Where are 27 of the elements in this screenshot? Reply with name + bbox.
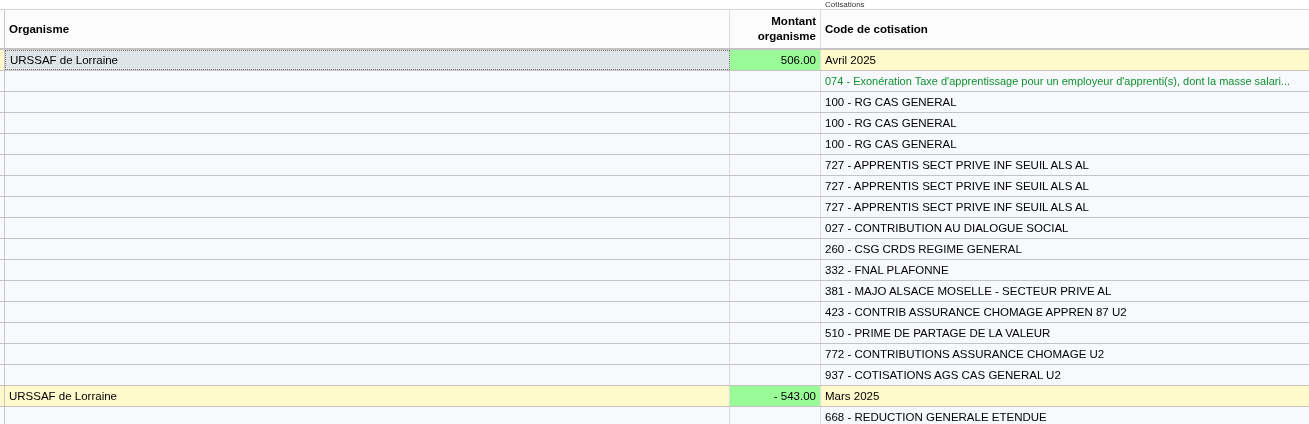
table-cell-text: 027 - CONTRIBUTION AU DIALOGUE SOCIAL	[824, 221, 1070, 236]
column-header[interactable]: Code de cotisation	[821, 10, 1309, 48]
table-cell: - 543.00	[730, 386, 821, 406]
table-cell-text: 381 - MAJO ALSACE MOSELLE - SECTEUR PRIVE AL	[824, 284, 1113, 299]
table-cell-text: 727 - APPRENTIS SECT PRIVE INF SEUIL ALS AL	[824, 200, 1090, 215]
group-row[interactable]: URSSAF de Lorraine - 543.00 Mars 2025	[0, 386, 1309, 407]
table-cell-text: 668 - REDUCTION GENERALE ETENDUE	[824, 410, 1048, 424]
column-header[interactable]: Organisme	[5, 10, 730, 48]
column-header[interactable]: Montant organisme	[730, 10, 821, 48]
table-cell-text: 100 - RG CAS GENERAL	[824, 137, 958, 152]
table-cell-text: 332 - FNAL PLAFONNE	[824, 263, 950, 278]
table-cell-text: 772 - CONTRIBUTIONS ASSURANCE CHOMAGE U2	[824, 347, 1106, 362]
table-cell-text: 727 - APPRENTIS SECT PRIVE INF SEUIL ALS AL	[824, 179, 1090, 194]
table-cell-text: 100 - RG CAS GENERAL	[824, 116, 958, 131]
table-cell: URSSAF de Lorraine	[5, 50, 730, 70]
table-cell-text: 260 - CSG CRDS REGIME GENERAL	[824, 242, 1023, 257]
table-cell-text: 074 - Exonération Taxe d'apprentissage pour un employeur d'apprenti(s), dont la masse salari...	[824, 74, 1292, 89]
table-cell-text: Avril 2025	[824, 53, 877, 68]
column-group-header: Cotisations	[824, 0, 865, 9]
group-row[interactable]: URSSAF de Lorraine 506.00 Avril 2025	[0, 50, 1309, 71]
table-cell-text: 510 - PRIME DE PARTAGE DE LA VALEUR	[824, 326, 1052, 341]
table-cell-text: 937 - COTISATIONS AGS CAS GENERAL U2	[824, 368, 1062, 383]
table-cell-text: 727 - APPRENTIS SECT PRIVE INF SEUIL ALS AL	[824, 158, 1090, 173]
table-cell-text: 423 - CONTRIB ASSURANCE CHOMAGE APPREN 87 U2	[824, 305, 1128, 320]
table-cell: 506.00	[730, 50, 821, 70]
table-cell-text: 100 - RG CAS GENERAL	[824, 95, 958, 110]
table-cell-text: Mars 2025	[824, 389, 881, 404]
